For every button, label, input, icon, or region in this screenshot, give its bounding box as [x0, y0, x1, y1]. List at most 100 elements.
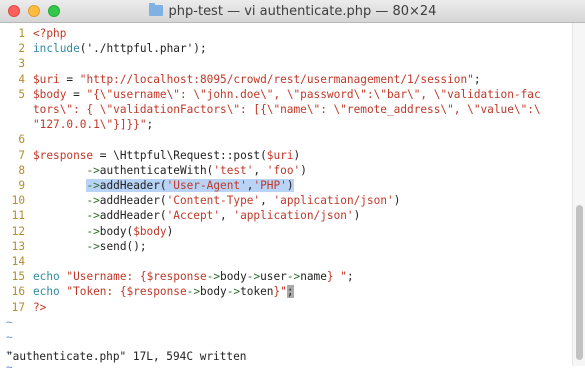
folder-icon [148, 3, 163, 16]
code-token: ; [286, 285, 294, 299]
status-line: "authenticate.php" 17L, 594C written [6, 350, 247, 363]
code-token: include [33, 42, 80, 56]
line-number: 15 [11, 270, 25, 284]
code-line[interactable]: 16 echo "Token: {$response->body->token}"… [0, 284, 294, 299]
code-line[interactable]: "127.0.0.1\"}]}}"; [0, 117, 153, 132]
line-number: 3 [18, 57, 25, 71]
code-token: ; [346, 270, 354, 284]
code-token: 'application/json' [273, 194, 394, 208]
code-token: = \Httpful\Request::post( [93, 148, 267, 162]
code-token: $body [133, 224, 167, 238]
code-token: 'Content-Type' [166, 194, 261, 208]
code-token: "Username: { [66, 270, 147, 284]
code-line[interactable]: 1 <?php [0, 26, 66, 41]
code-line[interactable]: 9 ->addHeader('User-Agent','PHP') [0, 178, 294, 193]
code-token: ; [473, 72, 481, 86]
line-number: 7 [18, 148, 25, 162]
code-token: "{\"username\": \"john.doe\", \"password… [86, 87, 541, 101]
code-line[interactable]: 17 ?> [0, 300, 47, 315]
code-token: name [300, 270, 327, 284]
code-token: addHeader( [99, 194, 167, 208]
title-bar: php-test — vi authenticate.php — 80×24 [0, 0, 585, 23]
code-token: ) [353, 209, 361, 223]
line-number: 16 [11, 285, 25, 299]
code-token: -> [186, 285, 201, 299]
line-number: 8 [18, 163, 25, 177]
code-line[interactable]: 11 ->addHeader('Accept', 'application/js… [0, 208, 361, 223]
line-number: 12 [11, 224, 25, 238]
code-token: "http://localhost:8095/crowd/rest/userma… [79, 72, 474, 86]
code-line[interactable]: 10 ->addHeader('Content-Type', 'applicat… [0, 193, 401, 208]
code-token: 'application/json' [233, 209, 354, 223]
code-token: authenticateWith( [99, 163, 214, 177]
code-token: 'User-Agent' [166, 179, 247, 192]
code-token: -> [86, 239, 100, 253]
scrollbar-thumb[interactable] [576, 205, 583, 360]
code-line[interactable]: tors\": { \"validationFactors\": [{\"nam… [0, 102, 541, 117]
code-line[interactable]: 15 echo "Username: {$response->body->user… [0, 269, 354, 284]
line-number: 10 [11, 194, 25, 208]
code-token: ) [393, 194, 401, 208]
code-token: ) [166, 224, 174, 238]
code-token: ) [293, 148, 301, 162]
code-token: -> [226, 285, 241, 299]
code-token: ; [146, 118, 154, 132]
code-token: }" [273, 285, 287, 299]
code-token: 'foo' [266, 163, 301, 177]
code-token: $response [126, 285, 187, 299]
vim-editor-area[interactable]: 1 <?php 2 include('./httpful.phar'); 3 4 $uri … [0, 23, 572, 374]
line-number: 1 [18, 27, 25, 40]
code-line[interactable]: 14 [0, 254, 33, 269]
code-token: $response [33, 148, 94, 162]
code-token: send(); [99, 239, 147, 253]
code-token: body( [99, 224, 134, 238]
code-line[interactable]: 12 ->body($body) [0, 224, 174, 239]
line-number: 9 [18, 179, 25, 192]
code-token: -> [206, 270, 221, 284]
code-token: = [66, 87, 87, 101]
code-token: token [240, 285, 274, 299]
code-token: 'Accept' [166, 209, 221, 223]
code-line[interactable]: 2 include('./httpful.phar'); [0, 41, 207, 56]
window-title: php-test — vi authenticate.php — 80×24 [168, 4, 437, 19]
code-line[interactable]: 5 $body = "{\"username\": \"john.doe\", \… [0, 87, 541, 102]
code-token: , [253, 163, 267, 177]
line-number: 14 [11, 255, 25, 268]
line-number: 5 [18, 87, 25, 101]
code-token: ('./httpful.phar'); [79, 42, 207, 56]
code-token: , [220, 209, 234, 223]
code-token: $uri [33, 72, 60, 86]
line-number: 13 [11, 239, 25, 253]
code-token: ) [300, 163, 307, 177]
code-token: -> [86, 194, 100, 208]
code-token: } " [326, 270, 347, 284]
code-line[interactable]: 4 $uri = "http://localhost:8095/crowd/res… [0, 72, 481, 87]
empty-buffer-line: ~ [6, 315, 13, 329]
code-token: 'PHP' [253, 179, 287, 192]
code-line[interactable]: 3 [0, 56, 33, 71]
code-token: <?php [33, 27, 67, 40]
code-token: addHeader( [99, 209, 167, 223]
code-token: $uri [266, 148, 294, 162]
empty-buffer-line: ~ [6, 331, 13, 344]
code-line[interactable]: 7 $response = \Httpful\Request::post($uri… [0, 148, 300, 163]
code-line[interactable]: 13 ->send(); [0, 239, 147, 254]
code-line[interactable]: 6 [0, 132, 33, 147]
line-number: 4 [18, 72, 25, 86]
vertical-scrollbar[interactable] [572, 23, 585, 366]
code-token: -> [86, 209, 100, 223]
line-number: 6 [18, 133, 25, 147]
code-token: 'test' [213, 163, 254, 177]
code-token: $body [33, 87, 67, 101]
code-line[interactable]: 8 ->authenticateWith('test', 'foo') [0, 163, 307, 178]
line-number: 17 [11, 300, 25, 314]
code-token: echo [33, 285, 60, 299]
code-token: -> [246, 270, 261, 284]
code-token: echo [33, 270, 60, 284]
